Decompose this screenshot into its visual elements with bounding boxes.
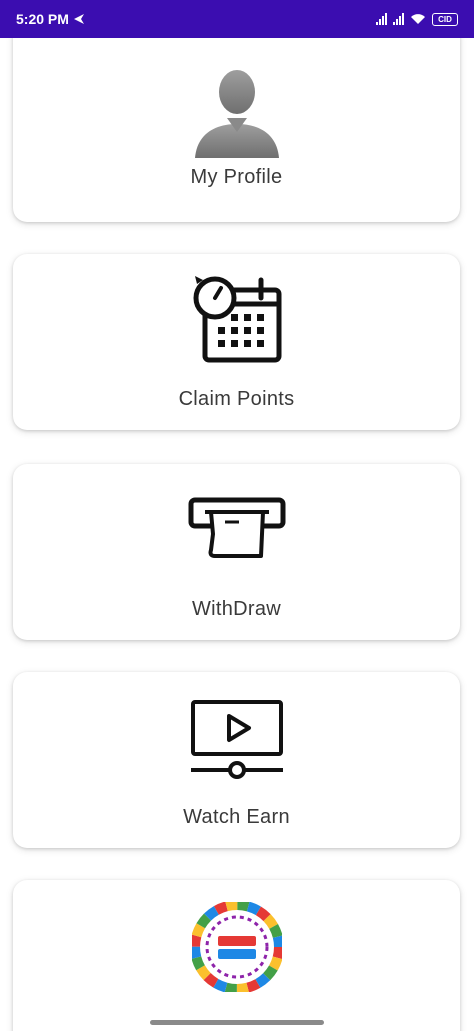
claim-points-label: Claim Points (178, 388, 295, 410)
status-time: 5:20 PM (16, 11, 69, 27)
send-icon (73, 14, 84, 24)
withdraw-receipt-icon (188, 497, 285, 558)
menu-list: My Profile Claim Points WithDraw Watch E… (0, 38, 474, 1031)
withdraw-card[interactable]: WithDraw (13, 464, 460, 640)
spin-wheel-card[interactable] (13, 880, 460, 1031)
my-profile-label: My Profile (190, 166, 283, 188)
video-play-icon (190, 700, 283, 779)
signal-icon (376, 13, 387, 25)
status-right: CID (376, 12, 458, 26)
calendar-clock-icon (193, 276, 281, 363)
my-profile-card[interactable]: My Profile (13, 38, 460, 222)
spin-wheel-icon (191, 902, 282, 992)
status-bar: 5:20 PM CID (0, 0, 474, 38)
withdraw-label: WithDraw (191, 598, 282, 620)
status-left: 5:20 PM (16, 11, 85, 27)
home-indicator[interactable] (150, 1020, 324, 1025)
user-avatar-icon (194, 70, 279, 158)
signal-icon-2 (393, 13, 404, 25)
battery-icon: CID (432, 12, 458, 26)
claim-points-card[interactable]: Claim Points (13, 254, 460, 430)
wifi-icon (411, 14, 425, 24)
watch-earn-label: Watch Earn (183, 806, 290, 828)
watch-earn-card[interactable]: Watch Earn (13, 672, 460, 848)
